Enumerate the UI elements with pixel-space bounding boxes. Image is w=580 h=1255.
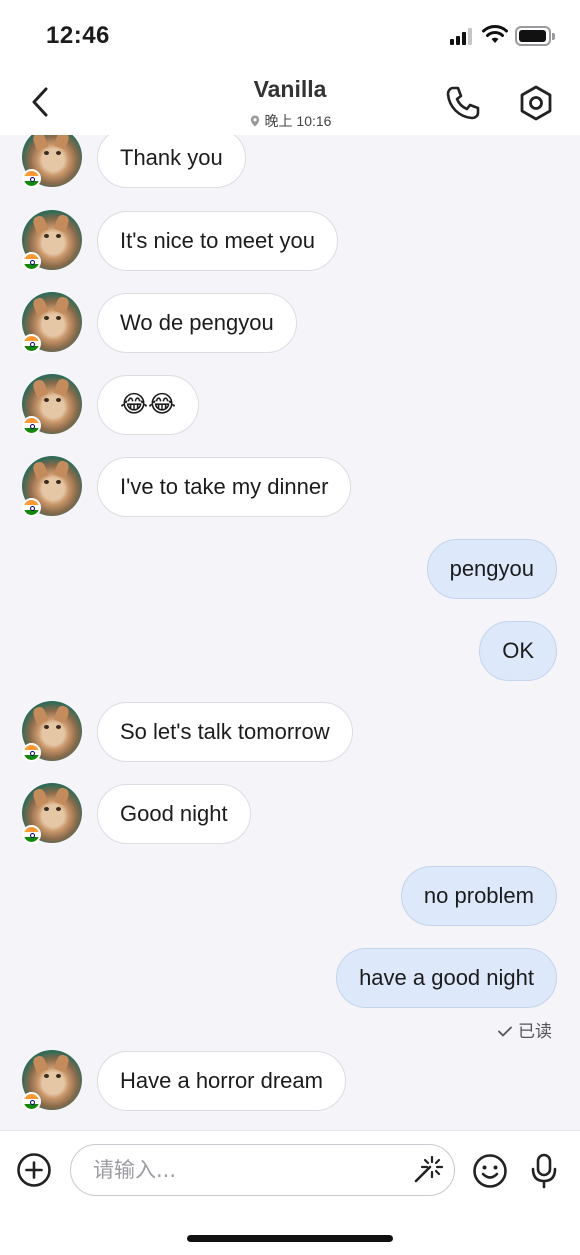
read-receipt-text: 已读	[518, 1022, 552, 1041]
india-flag-badge	[22, 334, 41, 353]
india-flag-badge	[22, 1092, 41, 1111]
voice-call-button[interactable]	[444, 84, 482, 122]
incoming-message-bubble[interactable]: Thank you	[97, 135, 246, 188]
chat-settings-button[interactable]	[516, 83, 556, 123]
home-indicator	[187, 1235, 393, 1242]
outgoing-message-bubble[interactable]: no problem	[400, 866, 557, 926]
phone-icon	[446, 86, 480, 120]
message-input-wrapper	[70, 1144, 455, 1196]
magic-sparkle-icon	[414, 1155, 444, 1183]
incoming-message-bubble[interactable]: Good night	[97, 784, 251, 844]
india-flag-badge	[22, 416, 41, 435]
message-input[interactable]	[93, 1145, 393, 1195]
india-flag-badge	[22, 825, 41, 844]
checkmark-icon	[498, 1026, 512, 1037]
incoming-message-bubble[interactable]: It's nice to meet you	[97, 211, 338, 271]
message-list[interactable]: Thank you It's nice to meet you Wo de pe…	[0, 135, 580, 1130]
battery-icon	[515, 26, 555, 46]
incoming-message-bubble[interactable]: I've to take my dinner	[97, 457, 352, 517]
india-flag-badge	[22, 743, 41, 762]
ai-assist-button[interactable]	[412, 1153, 444, 1185]
hexagon-gear-icon	[520, 85, 552, 121]
cellular-signal-icon	[450, 28, 476, 45]
outgoing-message-bubble[interactable]: have a good night	[336, 948, 557, 1008]
voice-message-button[interactable]	[528, 1153, 560, 1189]
plus-circle-icon	[17, 1153, 51, 1187]
top-bar: 12:46 Vanilla 晚上 10:16	[0, 0, 580, 135]
incoming-message-bubble[interactable]: Have a horror dream	[97, 1051, 346, 1111]
location-pin-icon	[250, 115, 259, 127]
incoming-message-bubble[interactable]: So let's talk tomorrow	[97, 702, 353, 762]
outgoing-message-bubble[interactable]: pengyou	[426, 539, 557, 599]
read-receipt: 已读	[498, 1017, 552, 1042]
india-flag-badge	[22, 169, 41, 188]
india-flag-badge	[22, 252, 41, 271]
emoji-icon	[473, 1154, 507, 1188]
microphone-icon	[531, 1153, 557, 1189]
incoming-message-bubble[interactable]: 😂😂	[97, 375, 200, 435]
status-time: 12:46	[46, 22, 110, 49]
contact-status-text: 晚上 10:16	[264, 113, 332, 129]
incoming-message-bubble[interactable]: Wo de pengyou	[97, 293, 297, 353]
emoji-button[interactable]	[472, 1153, 508, 1189]
wifi-icon	[482, 25, 508, 43]
outgoing-message-bubble[interactable]: OK	[479, 621, 557, 681]
attach-button[interactable]	[16, 1152, 52, 1188]
contact-name: Vanilla	[253, 76, 327, 102]
contact-local-time: 晚上 10:16	[0, 111, 580, 131]
back-button[interactable]	[24, 84, 56, 120]
chevron-left-icon	[32, 87, 48, 117]
composer-bar	[0, 1130, 580, 1255]
india-flag-badge	[22, 498, 41, 517]
